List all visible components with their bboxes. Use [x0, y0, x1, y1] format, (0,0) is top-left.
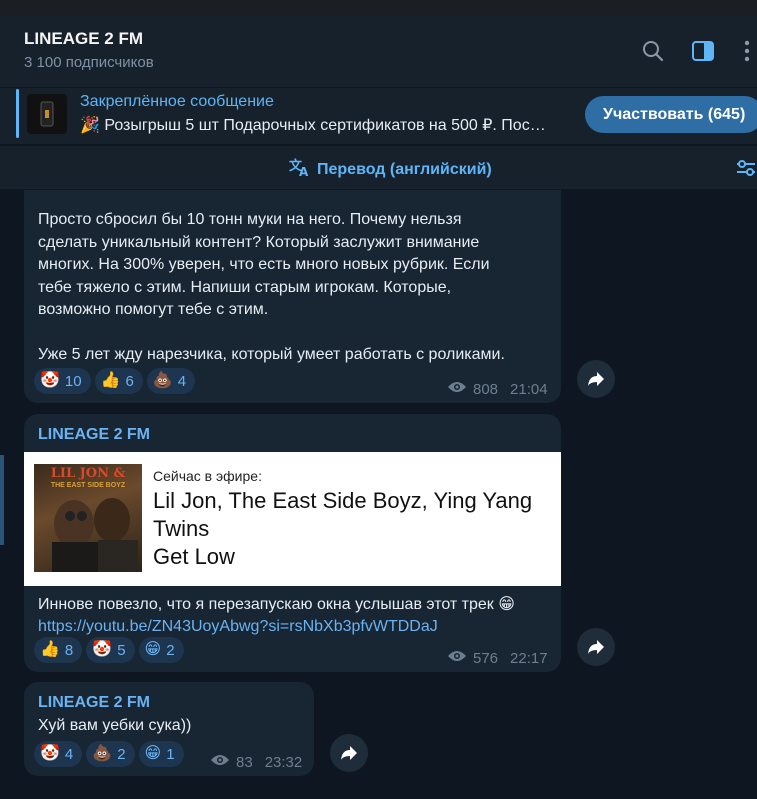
reaction-thumbs-up[interactable]: 👍 8	[34, 637, 83, 663]
on-air-label: Сейчас в эфире:	[153, 468, 262, 484]
channel-title[interactable]: LINEAGE 2 FM	[24, 29, 143, 49]
share-icon	[341, 746, 357, 760]
translate-button[interactable]: 文A Перевод (английский)	[289, 157, 492, 182]
sender-name[interactable]: LINEAGE 2 FM	[38, 694, 150, 712]
message-text: Просто сбросил бы 10 тонн муки на него. …	[38, 209, 505, 367]
forward-button[interactable]	[577, 360, 615, 398]
thumbs-up-emoji: 👍	[100, 372, 121, 389]
pinned-message-bar[interactable]: Закреплённое сообщение 🎉 Розыгрыш 5 шт П…	[0, 88, 757, 145]
message-line: сделать уникальный контент? Который засл…	[38, 233, 480, 251]
view-count: 808	[473, 380, 499, 398]
pinned-text: 🎉 Розыгрыш 5 шт Подарочных сертификатов …	[80, 117, 546, 134]
window-top-strip	[0, 0, 757, 16]
message-time: 23:32	[264, 753, 303, 771]
message-meta: 83 23:32	[210, 753, 302, 771]
eye-icon	[210, 753, 230, 771]
share-icon	[588, 640, 604, 654]
message-time: 21:04	[510, 380, 548, 398]
eye-icon	[447, 380, 467, 398]
reactions-row: 👍 8 🤡 5 😁 2	[34, 637, 184, 663]
eye-icon	[447, 649, 467, 667]
song-title: Get Low	[153, 544, 235, 569]
clown-emoji: 🤡	[40, 745, 60, 762]
song-artist: Lil Jon, The East Side Boyz, Ying Yang	[153, 488, 533, 513]
message-text: Иннове повезло, что я перезапускаю окна …	[38, 596, 515, 613]
view-count: 83	[236, 753, 253, 771]
chat-area[interactable]: Просто сбросил бы 10 тонн муки на него. …	[0, 190, 757, 799]
search-icon[interactable]	[640, 38, 666, 64]
reaction-clown[interactable]: 🤡 5	[86, 637, 135, 663]
message-line: тебе тяжело с этим. Напиши старым игрока…	[38, 278, 452, 296]
translate-settings-icon[interactable]	[735, 158, 757, 183]
message-meta: 576 22:17	[447, 649, 548, 667]
album-artwork	[52, 498, 138, 572]
reactions-row: 🤡 10 👍 6 💩 4	[34, 368, 196, 394]
scroll-accent	[0, 455, 4, 545]
reaction-thumbs-up[interactable]: 👍 6	[94, 368, 143, 394]
translate-icon: 文A	[289, 157, 311, 182]
pinned-indicator	[16, 89, 19, 138]
pinned-thumbnail	[27, 94, 67, 134]
message-meta: 808 21:04	[447, 380, 548, 398]
song-artist-cont: Twins	[153, 516, 210, 541]
youtube-link[interactable]: https://youtu.be/ZN43UoyAbwg?si=rsNbXb3p…	[38, 616, 438, 639]
reaction-poop[interactable]: 💩 2	[86, 741, 135, 767]
reaction-count: 6	[125, 372, 134, 390]
grin-emoji: 😁	[144, 745, 162, 762]
sidebar-toggle-icon[interactable]	[690, 38, 716, 64]
more-vert-icon[interactable]	[738, 38, 756, 64]
poop-emoji: 💩	[152, 372, 173, 389]
forward-button[interactable]	[577, 628, 615, 666]
message-text: Хуй вам уебки сука))	[38, 717, 192, 734]
translate-label: Перевод (английский)	[317, 160, 492, 178]
reaction-poop[interactable]: 💩 4	[146, 368, 196, 394]
message-time: 22:17	[510, 649, 548, 667]
message-line: возможно помогут тебе с этим.	[38, 301, 269, 318]
reaction-grin[interactable]: 😁 1	[138, 741, 184, 767]
reaction-count: 4	[177, 372, 187, 390]
clown-emoji: 🤡	[92, 641, 113, 658]
reaction-count: 5	[117, 641, 126, 659]
svg-text:A: A	[299, 165, 309, 177]
message-line: многих. На 300% уверен, что есть много н…	[38, 256, 490, 273]
reaction-grin[interactable]: 😁 2	[138, 637, 184, 663]
sender-name[interactable]: LINEAGE 2 FM	[38, 426, 150, 444]
reaction-clown[interactable]: 🤡 10	[34, 368, 91, 394]
message-line: Просто сбросил бы 10 тонн муки на него. …	[38, 211, 462, 228]
reaction-count: 2	[166, 641, 175, 659]
now-playing-card[interactable]: LIL JON & THE EAST SIDE BOYZ Сейчас в эф…	[24, 452, 561, 586]
participate-button[interactable]: Участвовать (645)	[585, 96, 757, 133]
reaction-count: 2	[117, 745, 126, 763]
clown-emoji: 🤡	[40, 372, 60, 389]
share-icon	[588, 372, 604, 386]
grin-emoji: 😁	[144, 641, 162, 658]
thumbs-up-emoji: 👍	[40, 641, 60, 658]
translate-bar: 文A Перевод (английский)	[0, 146, 757, 190]
poop-emoji: 💩	[92, 745, 113, 762]
view-count: 576	[473, 649, 499, 667]
forward-button[interactable]	[330, 734, 368, 772]
album-cover: LIL JON & THE EAST SIDE BOYZ	[34, 464, 142, 572]
reaction-clown[interactable]: 🤡 4	[34, 741, 83, 767]
pinned-title: Закреплённое сообщение	[80, 93, 274, 110]
reaction-count: 8	[64, 641, 74, 659]
chat-header: LINEAGE 2 FM 3 100 подписчиков	[0, 16, 757, 88]
reaction-count: 10	[64, 372, 82, 390]
message-line: Уже 5 лет жду нарезчика, который умеет р…	[38, 346, 505, 363]
reactions-row: 🤡 4 💩 2 😁 1	[34, 741, 184, 767]
subscriber-count: 3 100 подписчиков	[24, 54, 154, 71]
reaction-count: 1	[166, 745, 175, 763]
reaction-count: 4	[64, 745, 74, 763]
